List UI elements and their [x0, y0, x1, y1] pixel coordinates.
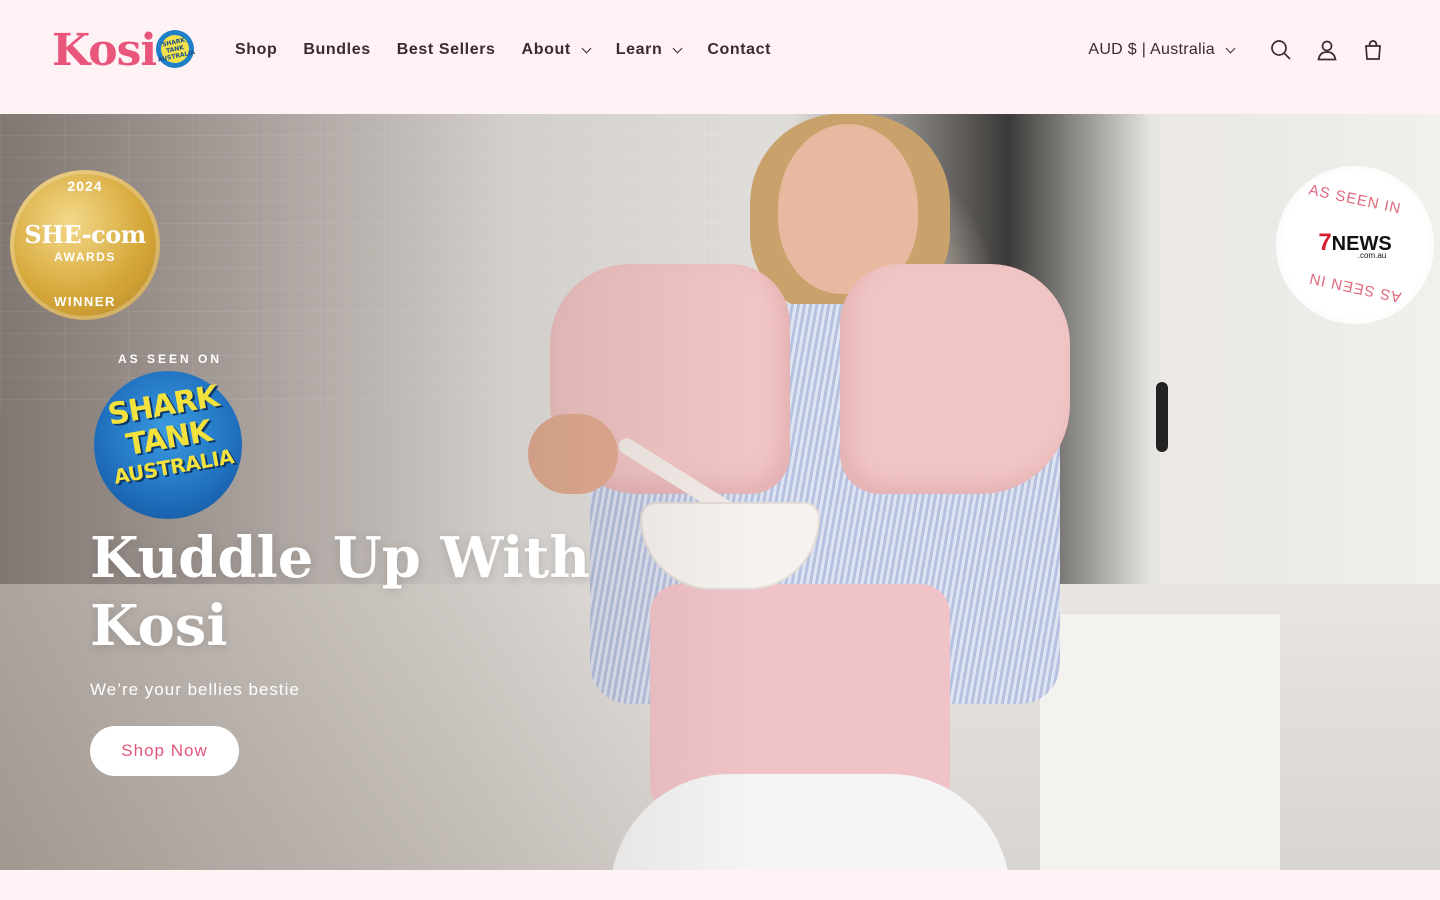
header-tools: AUD $ | Australia — [1088, 30, 1396, 70]
7news-press-badge: AS SEEN IN 7NEWS .com.au AS SEEN IN — [1281, 171, 1429, 319]
shark-tank-badge: SHARK TANK AUSTRALIA — [94, 371, 242, 519]
nav-label: Best Sellers — [396, 41, 496, 58]
award-year: 2024 — [67, 178, 103, 194]
hero-title-line2: Kosi — [90, 593, 228, 659]
hero-banner: 2024 SHE-com AWARDS WINNER AS SEEN IN 7N… — [0, 114, 1440, 870]
chevron-down-icon — [1225, 43, 1236, 53]
award-footer: WINNER — [54, 294, 116, 309]
currency-label: AUD $ | Australia — [1088, 41, 1215, 58]
hero-title-line1: Kuddle Up With — [90, 525, 591, 591]
hero-subtitle: We’re your bellies bestie — [90, 680, 300, 699]
logo-wordmark: Kosi — [52, 25, 157, 76]
chevron-down-icon — [672, 43, 683, 53]
nav-item-bundles[interactable]: Bundles — [290, 34, 383, 66]
nav-label: About — [521, 41, 571, 58]
door-handle — [1156, 382, 1168, 452]
nav-item-learn[interactable]: Learn — [603, 34, 695, 66]
press-bottom-text: AS SEEN IN — [1307, 269, 1403, 306]
neck-wrap-right — [840, 264, 1070, 494]
main-nav: Shop Bundles Best Sellers About Learn Co… — [222, 34, 784, 66]
award-subtitle: AWARDS — [54, 250, 116, 264]
shop-now-button[interactable]: Shop Now — [90, 726, 239, 776]
search-button[interactable] — [1258, 30, 1304, 70]
7news-domain: .com.au — [1357, 251, 1387, 260]
press-top-text: AS SEEN IN — [1307, 181, 1403, 218]
she-com-award-badge: 2024 SHE-com AWARDS WINNER — [10, 170, 160, 320]
nav-item-about[interactable]: About — [509, 34, 603, 66]
nav-item-best-sellers[interactable]: Best Sellers — [384, 34, 509, 66]
site-header: Kosi SHARK TANK AUSTRALIA Shop Bundles B… — [0, 0, 1440, 114]
cart-button[interactable] — [1350, 30, 1396, 70]
nav-item-shop[interactable]: Shop — [222, 34, 290, 66]
nav-label: Contact — [707, 41, 772, 58]
cart-icon — [1365, 40, 1381, 60]
logo-badge-text: SHARK TANK AUSTRALIA — [157, 32, 196, 66]
kosi-logo[interactable]: Kosi SHARK TANK AUSTRALIA — [52, 24, 196, 78]
currency-selector[interactable]: AUD $ | Australia — [1088, 41, 1236, 59]
chevron-down-icon — [581, 43, 592, 53]
account-button[interactable] — [1304, 30, 1350, 70]
shark-tank-logo-badge: SHARK TANK AUSTRALIA — [156, 30, 196, 68]
account-icon — [1317, 40, 1337, 61]
next-section-strip — [0, 870, 1440, 900]
nav-item-contact[interactable]: Contact — [694, 34, 784, 66]
nav-label: Bundles — [303, 41, 371, 58]
door-frame — [1160, 114, 1220, 634]
search-icon — [1271, 40, 1291, 60]
nav-label: Learn — [615, 41, 663, 58]
hero-title: Kuddle Up With Kosi — [90, 524, 650, 660]
award-title: SHE-com — [24, 220, 146, 249]
as-seen-on-label: AS SEEN ON — [117, 352, 222, 366]
nav-label: Shop — [235, 41, 278, 58]
